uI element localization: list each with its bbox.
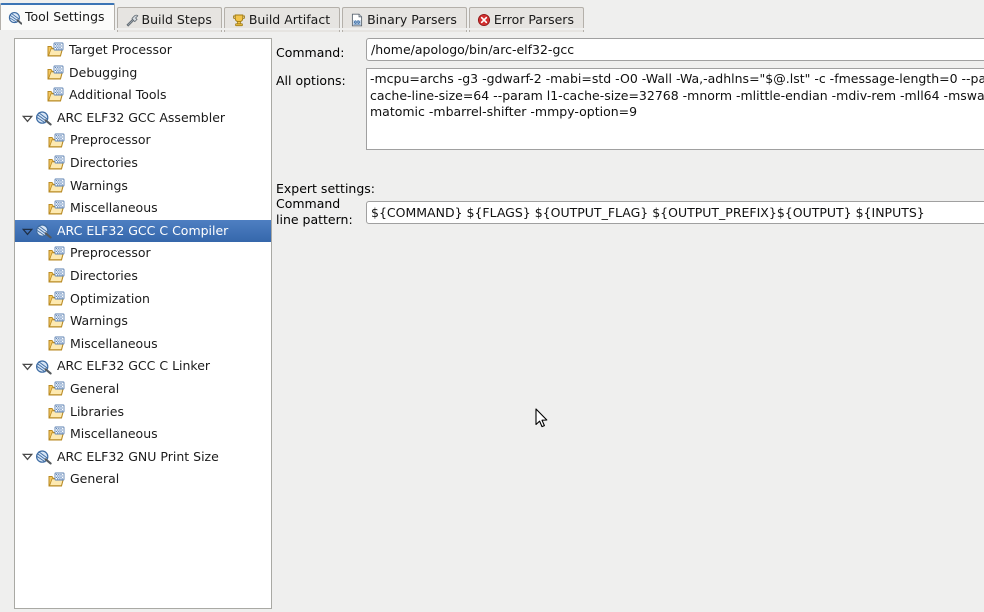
tree-item-label: Miscellaneous <box>70 335 158 351</box>
tree-item-label: ARC ELF32 GNU Print Size <box>57 448 219 464</box>
settings-tree: Target Processor Debugging Additional Tool… <box>15 39 271 491</box>
mouse-cursor <box>535 408 549 430</box>
tool-icon <box>35 110 52 126</box>
tree-item-general[interactable]: General <box>15 378 271 401</box>
tree-item-arc-elf32-gcc-c-compiler[interactable]: ARC ELF32 GCC C Compiler <box>15 219 271 243</box>
build-steps-icon <box>125 13 139 27</box>
folder-icon <box>48 404 65 420</box>
folder-icon <box>48 313 65 329</box>
tree-item-label: Warnings <box>70 177 128 193</box>
tree-item-arc-elf32-gcc-c-linker[interactable]: ARC ELF32 GCC C Linker <box>15 355 271 378</box>
tree-item-additional-tools[interactable]: Additional Tools <box>15 84 271 107</box>
command-input[interactable] <box>366 38 984 61</box>
settings-tree-panel[interactable]: Target Processor Debugging Additional Tool… <box>14 38 272 609</box>
folder-icon <box>48 178 65 194</box>
tree-item-warnings[interactable]: Warnings <box>15 175 271 198</box>
tree-item-warnings[interactable]: Warnings <box>15 310 271 333</box>
tab-label: Tool Settings <box>25 9 105 25</box>
folder-icon <box>48 200 65 216</box>
error-parsers-icon <box>477 13 491 27</box>
tree-item-miscellaneous[interactable]: Miscellaneous <box>15 423 271 446</box>
command-line-pattern-input[interactable] <box>366 201 984 224</box>
tree-item-label: General <box>70 471 120 487</box>
tree-item-label: Miscellaneous <box>70 200 158 216</box>
tree-item-label: Optimization <box>70 290 150 306</box>
folder-icon <box>48 268 65 284</box>
tree-item-debugging[interactable]: Debugging <box>15 62 271 85</box>
tree-item-optimization[interactable]: Optimization <box>15 288 271 311</box>
tree-item-preprocessor[interactable]: Preprocessor <box>15 129 271 152</box>
command-line-pattern-label: Command line pattern: <box>276 196 353 228</box>
folder-icon <box>47 87 64 103</box>
tab-bar-underline <box>0 28 984 30</box>
command-label: Command: <box>276 45 345 60</box>
folder-icon <box>48 426 65 442</box>
svg-text:010: 010 <box>353 20 361 25</box>
tree-item-miscellaneous[interactable]: Miscellaneous <box>15 333 271 356</box>
tree-item-directories[interactable]: Directories <box>15 265 271 288</box>
folder-icon <box>47 42 64 58</box>
folder-icon <box>48 472 65 488</box>
command-line-pattern-label-line1: Command <box>276 196 341 211</box>
tree-item-directories[interactable]: Directories <box>15 152 271 175</box>
chevron-down-icon[interactable] <box>19 451 35 462</box>
folder-icon <box>48 133 65 149</box>
chevron-down-icon[interactable] <box>19 226 35 237</box>
tab-label: Build Steps <box>141 11 212 27</box>
tool-icon <box>35 359 52 375</box>
tool-icon <box>35 449 52 465</box>
tree-item-label: General <box>70 380 120 396</box>
tree-item-label: Miscellaneous <box>70 426 158 442</box>
chevron-down-icon[interactable] <box>19 361 35 372</box>
expert-settings-label: Expert settings: <box>276 181 375 196</box>
tree-item-label: Preprocessor <box>70 132 151 148</box>
tree-item-arc-elf32-gnu-print-size[interactable]: ARC ELF32 GNU Print Size <box>15 446 271 469</box>
tree-item-label: Directories <box>70 155 138 171</box>
tree-item-label: Directories <box>70 267 138 283</box>
tree-item-label: ARC ELF32 GCC Assembler <box>57 109 226 125</box>
tab-bar: Tool Settings Build Steps Build Artifact 01… <box>0 0 984 32</box>
tree-item-label: Libraries <box>70 403 124 419</box>
tab-tool-settings[interactable]: Tool Settings <box>0 3 115 30</box>
tool-settings-icon <box>8 11 22 25</box>
tree-item-miscellaneous[interactable]: Miscellaneous <box>15 197 271 220</box>
all-options-label: All options: <box>276 73 346 88</box>
all-options-text[interactable]: -mcpu=archs -g3 -gdwarf-2 -mabi=std -O0 … <box>367 69 984 149</box>
tree-item-arc-elf32-gcc-assembler[interactable]: ARC ELF32 GCC Assembler <box>15 107 271 130</box>
tree-item-libraries[interactable]: Libraries <box>15 401 271 424</box>
folder-icon <box>48 381 65 397</box>
build-artifact-icon <box>232 13 246 27</box>
folder-icon <box>48 155 65 171</box>
tree-item-label: Preprocessor <box>70 245 151 261</box>
tree-item-label: Target Processor <box>69 42 172 58</box>
tree-item-preprocessor[interactable]: Preprocessor <box>15 242 271 265</box>
tab-label: Error Parsers <box>493 11 574 27</box>
tree-item-general[interactable]: General <box>15 468 271 491</box>
command-line-pattern-label-line2: line pattern: <box>276 212 353 227</box>
folder-icon <box>48 336 65 352</box>
folder-icon <box>48 291 65 307</box>
tab-label: Build Artifact <box>248 11 331 27</box>
tree-item-label: ARC ELF32 GCC C Compiler <box>57 222 229 238</box>
folder-icon <box>47 65 64 81</box>
tree-item-target-processor[interactable]: Target Processor <box>15 39 271 62</box>
tool-icon <box>35 223 52 239</box>
tab-list: Tool Settings Build Steps Build Artifact 01… <box>0 2 586 32</box>
chevron-down-icon[interactable] <box>19 113 35 124</box>
tree-item-label: Debugging <box>69 64 138 80</box>
tab-label: Binary Parsers <box>367 11 457 27</box>
folder-icon <box>48 246 65 262</box>
tree-item-label: ARC ELF32 GCC C Linker <box>57 358 211 374</box>
tree-item-label: Warnings <box>70 313 128 329</box>
all-options-field[interactable]: -mcpu=archs -g3 -gdwarf-2 -mabi=std -O0 … <box>366 68 984 150</box>
binary-parsers-icon: 010 <box>350 13 364 27</box>
tree-item-label: Additional Tools <box>69 87 167 103</box>
